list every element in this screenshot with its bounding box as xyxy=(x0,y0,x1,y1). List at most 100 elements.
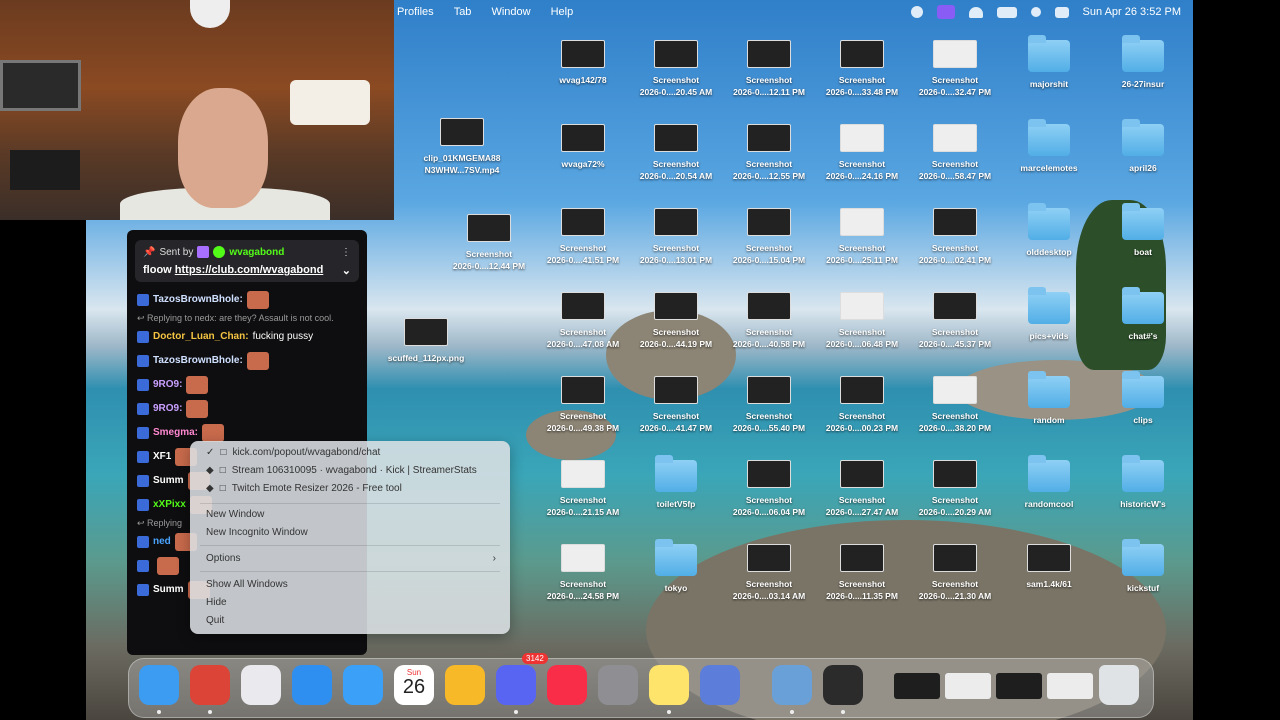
hide-item[interactable]: Hide xyxy=(206,597,227,608)
chat-message[interactable]: TazosBrownBhole: xyxy=(127,349,367,373)
desktop-folder[interactable]: kickstuf xyxy=(1103,539,1183,594)
chat-message[interactable]: 9RO9: xyxy=(127,397,367,421)
desktop-folder[interactable]: chat#'s xyxy=(1103,287,1183,342)
desktop-file[interactable]: Screenshot 2026-0....13.01 PM xyxy=(636,208,716,266)
desktop-file[interactable]: wvaga72% xyxy=(543,124,623,170)
pinned-sender[interactable]: wvagabond xyxy=(229,247,284,258)
status-icon[interactable] xyxy=(910,6,923,18)
desktop-file[interactable]: Screenshot 2026-0....12.55 PM xyxy=(729,124,809,182)
minimized-window-thumbnail[interactable] xyxy=(1047,673,1093,699)
desktop-file[interactable]: Screenshot 2026-0....40.58 PM xyxy=(729,292,809,350)
chevron-down-icon[interactable]: ⌄ xyxy=(342,264,351,277)
chat-username[interactable]: Summ xyxy=(153,474,184,488)
safari-icon[interactable] xyxy=(292,665,332,705)
quit-item[interactable]: Quit xyxy=(206,615,224,626)
minimized-window-thumbnail[interactable] xyxy=(945,673,991,699)
desktop-file[interactable]: Screenshot 2026-0....55.40 PM xyxy=(729,376,809,434)
desktop-folder[interactable]: pics+vids xyxy=(1009,287,1089,342)
minimized-window-thumbnail[interactable] xyxy=(996,673,1042,699)
menu-profiles[interactable]: Profiles xyxy=(397,6,434,18)
chat-username[interactable]: Doctor_Luan_Chan: xyxy=(153,330,249,344)
desktop-file[interactable]: scuffed_112px.png xyxy=(386,318,466,364)
desktop-file[interactable]: Screenshot 2026-0....20.29 AM xyxy=(915,460,995,518)
settings-icon[interactable] xyxy=(598,665,638,705)
new-window-item[interactable]: New Window xyxy=(206,509,264,520)
chat-username[interactable]: 9RO9: xyxy=(153,402,182,416)
desktop-file[interactable]: clip_01KMGEMA88 N3WHW...7SV.mp4 xyxy=(422,118,502,176)
desktop-file[interactable]: Screenshot 2026-0....38.20 PM xyxy=(915,376,995,434)
pinned-link[interactable]: https://club.com/wvagabond xyxy=(175,264,324,276)
desktop-file[interactable]: Screenshot 2026-0....27.47 AM xyxy=(822,460,902,518)
chat-username[interactable]: xXPixx xyxy=(153,498,186,512)
desktop-file[interactable]: Screenshot 2026-0....02.41 PM xyxy=(915,208,995,266)
desktop-file[interactable]: Screenshot 2026-0....15.04 PM xyxy=(729,208,809,266)
desktop-file[interactable]: Screenshot 2026-0....24.58 PM xyxy=(543,544,623,602)
notes-icon[interactable] xyxy=(649,665,689,705)
iphone-mirroring-icon[interactable] xyxy=(700,665,740,705)
chat-username[interactable]: 9RO9: xyxy=(153,378,182,392)
desktop-file[interactable]: Screenshot 2026-0....06.48 PM xyxy=(822,292,902,350)
desktop-file[interactable]: Screenshot 2026-0....45.37 PM xyxy=(915,292,995,350)
desktop-file[interactable]: Screenshot 2026-0....12.11 PM xyxy=(729,40,809,98)
chat-username[interactable]: ned xyxy=(153,535,171,549)
desktop-file[interactable]: Screenshot 2026-0....20.54 AM xyxy=(636,124,716,182)
desktop-folder[interactable]: clips xyxy=(1103,371,1183,426)
mail-icon[interactable] xyxy=(343,665,383,705)
photos-icon[interactable] xyxy=(445,665,485,705)
desktop-file[interactable]: Screenshot 2026-0....33.48 PM xyxy=(822,40,902,98)
desktop-file[interactable]: Screenshot 2026-0....47.08 AM xyxy=(543,292,623,350)
desktop-file[interactable]: Screenshot 2026-0....44.19 PM xyxy=(636,292,716,350)
desktop-file[interactable]: Screenshot 2026-0....58.47 PM xyxy=(915,124,995,182)
wifi-icon[interactable] xyxy=(968,6,983,18)
obs-icon[interactable] xyxy=(823,665,863,705)
more-icon[interactable]: ⋮ xyxy=(341,247,351,258)
finder-icon[interactable] xyxy=(139,665,179,705)
desktop-folder[interactable]: historicW's xyxy=(1103,455,1183,510)
desktop-folder[interactable]: majorshit xyxy=(1009,35,1089,90)
menu-window-item[interactable]: ✓ □ kick.com/popout/wvagabond/chat xyxy=(206,447,380,458)
desktop-file[interactable]: Screenshot 2026-0....21.15 AM xyxy=(543,460,623,518)
desktop-folder[interactable]: marcelemotes xyxy=(1009,119,1089,174)
desktop-file[interactable]: Screenshot 2026-0....03.14 AM xyxy=(729,544,809,602)
menu-help[interactable]: Help xyxy=(551,6,574,18)
chat-username[interactable]: TazosBrownBhole: xyxy=(153,293,243,307)
chat-username[interactable]: XF1 xyxy=(153,450,171,464)
chat-username[interactable]: Smegma: xyxy=(153,426,198,440)
battery-icon[interactable] xyxy=(996,6,1017,18)
chat-message[interactable]: TazosBrownBhole: xyxy=(127,288,367,312)
chrome-icon[interactable] xyxy=(190,665,230,705)
desktop-file[interactable]: Screenshot 2026-0....00.23 PM xyxy=(822,376,902,434)
desktop-file[interactable]: Screenshot 2026-0....25.11 PM xyxy=(822,208,902,266)
desktop-file[interactable]: Screenshot 2026-0....06.04 PM xyxy=(729,460,809,518)
menu-tab[interactable]: Tab xyxy=(454,6,472,18)
menu-window[interactable]: Window xyxy=(491,6,530,18)
options-item[interactable]: Options › xyxy=(206,553,496,564)
show-all-windows-item[interactable]: Show All Windows xyxy=(206,579,288,590)
chat-message[interactable]: 9RO9: xyxy=(127,373,367,397)
desktop-file[interactable]: sam1.4k/61 xyxy=(1009,544,1089,590)
desktop-file[interactable]: Screenshot 2026-0....11.35 PM xyxy=(822,544,902,602)
desktop-folder[interactable]: tokyo xyxy=(636,539,716,594)
discord-icon[interactable] xyxy=(496,665,536,705)
new-incognito-item[interactable]: New Incognito Window xyxy=(206,527,308,538)
minimized-window-thumbnail[interactable] xyxy=(894,673,940,699)
desktop-file[interactable]: Screenshot 2026-0....20.45 AM xyxy=(636,40,716,98)
desktop-folder[interactable]: olddesktop xyxy=(1009,203,1089,258)
desktop-file[interactable]: Screenshot 2026-0....24.16 PM xyxy=(822,124,902,182)
screen-share-icon[interactable] xyxy=(936,5,955,19)
menu-window-item[interactable]: ◆ □ Stream 106310095 · wvagabond · Kick … xyxy=(206,465,477,476)
desktop-folder[interactable]: 26-27insur xyxy=(1103,35,1183,90)
pinned-message[interactable]: 📌 Sent by wvagabond ⋮ floow https://club… xyxy=(135,240,359,282)
desktop-file[interactable]: Screenshot 2026-0....49.38 PM xyxy=(543,376,623,434)
chat-username[interactable]: TazosBrownBhole: xyxy=(153,354,243,368)
control-center-icon[interactable] xyxy=(1054,6,1069,18)
preview-icon[interactable] xyxy=(772,665,812,705)
music-icon[interactable] xyxy=(547,665,587,705)
search-icon[interactable] xyxy=(1030,7,1041,17)
chat-username[interactable]: Summ xyxy=(153,583,184,597)
calendar-icon[interactable]: Sun 26 xyxy=(394,665,434,705)
desktop-folder[interactable]: boat xyxy=(1103,203,1183,258)
desktop-folder[interactable]: randomcool xyxy=(1009,455,1089,510)
desktop-file[interactable]: Screenshot 2026-0....41.47 PM xyxy=(636,376,716,434)
chat-message[interactable]: Doctor_Luan_Chan: fucking pussy xyxy=(127,325,367,349)
